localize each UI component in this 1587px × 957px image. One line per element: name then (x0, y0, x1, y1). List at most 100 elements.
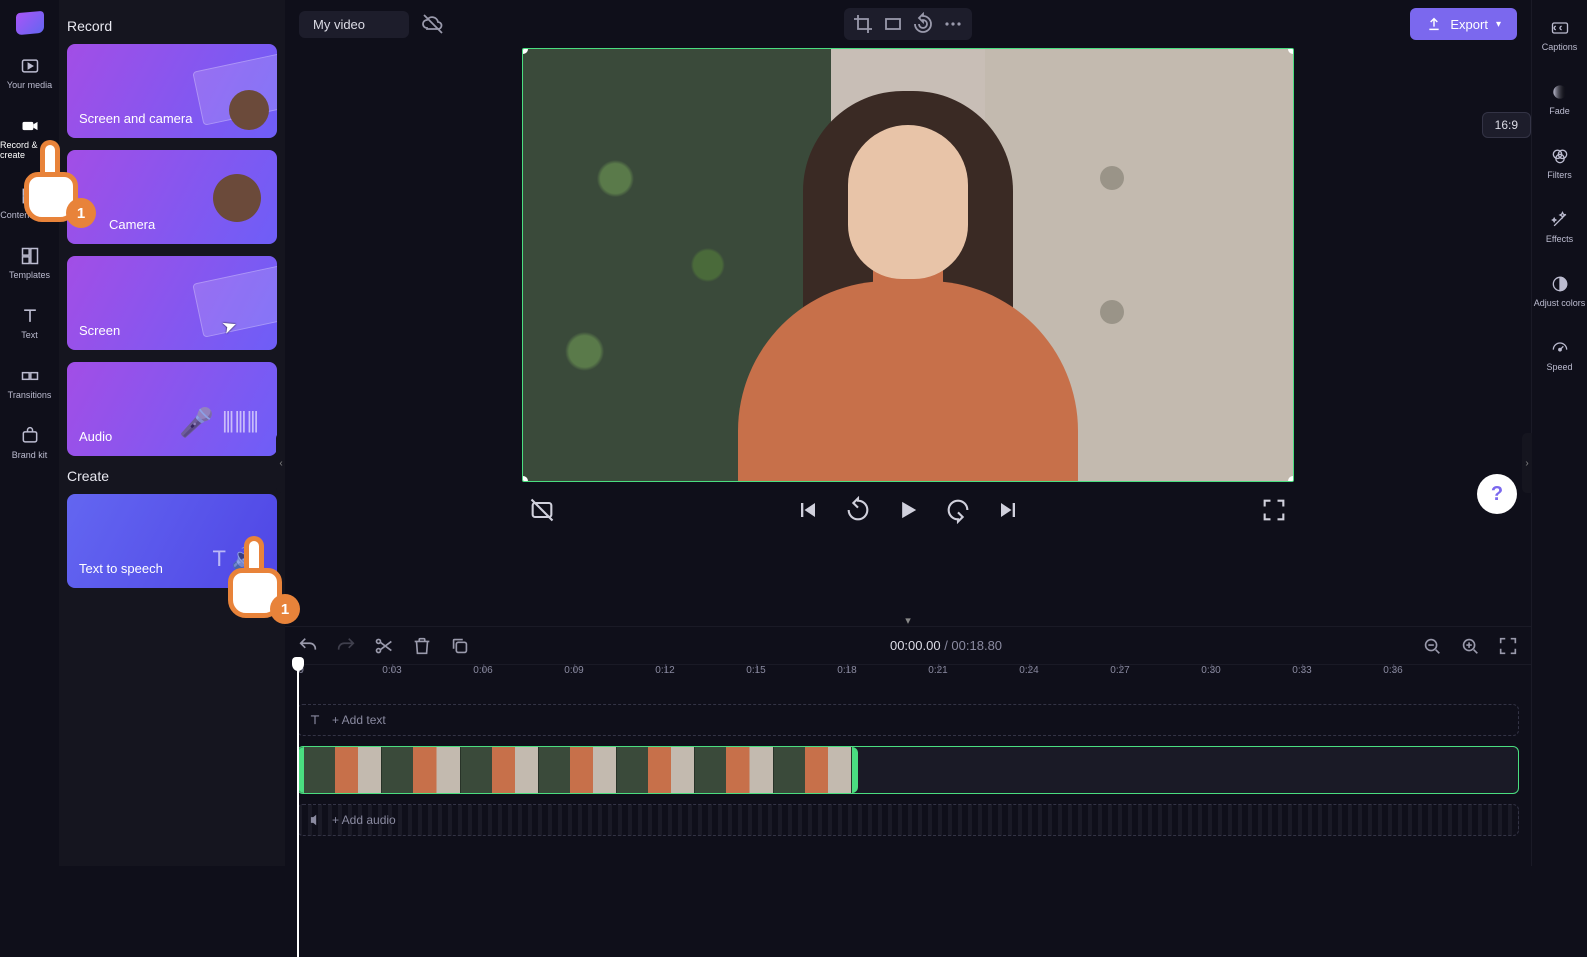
audio-icon (308, 813, 322, 827)
preview-tools (844, 8, 972, 40)
face-icon (229, 90, 269, 130)
card-text-to-speech[interactable]: T 🔊 Text to speech (67, 494, 277, 588)
card-label: Text to speech (79, 561, 163, 576)
audio-track[interactable]: + Add audio (297, 804, 1519, 836)
clip-thumbnail (695, 747, 773, 793)
ruler-tick: 0:30 (1201, 665, 1220, 676)
upload-icon (1426, 16, 1442, 32)
header: Export ▾ (285, 0, 1531, 48)
camera-icon (20, 116, 40, 136)
export-button[interactable]: Export ▾ (1410, 8, 1517, 40)
ruler-tick: 0:33 (1292, 665, 1311, 676)
timeline-ruler[interactable]: 00:030:060:090:120:150:180:210:240:270:3… (297, 664, 1531, 686)
nav-content-library[interactable]: Content library (0, 182, 59, 224)
card-audio[interactable]: 🎤 ⦀⦀⦀ Audio (67, 362, 277, 456)
nav-label: Filters (1547, 170, 1572, 180)
nav-captions[interactable]: Captions (1532, 14, 1587, 56)
help-button[interactable]: ? (1477, 474, 1517, 514)
nav-label: Fade (1549, 106, 1570, 116)
nav-brand-kit[interactable]: Brand kit (0, 422, 59, 464)
forward-icon[interactable] (944, 496, 972, 524)
collapse-panel-button[interactable]: ‹ (276, 433, 285, 493)
card-camera[interactable]: Camera (67, 150, 277, 244)
ruler-tick: 0:24 (1019, 665, 1038, 676)
ruler-tick: 0:06 (473, 665, 492, 676)
text-icon (20, 306, 40, 326)
tracks-area: + Add text + Add audio (285, 686, 1531, 866)
nav-fade[interactable]: Fade (1532, 78, 1587, 120)
redo-icon[interactable] (335, 635, 357, 657)
ruler-tick: 0:12 (655, 665, 674, 676)
hide-guides-icon[interactable] (528, 496, 556, 524)
ruler-tick: 0:21 (928, 665, 947, 676)
skip-end-icon[interactable] (994, 496, 1022, 524)
more-icon[interactable] (940, 12, 966, 36)
nav-label: Your media (7, 80, 52, 90)
preview-area: 16:9 ▾ (285, 48, 1531, 626)
card-screen-camera[interactable]: Screen and camera (67, 44, 277, 138)
nav-filters[interactable]: Filters (1532, 142, 1587, 184)
main-area: Export ▾ 16:9 (285, 0, 1531, 866)
text-track[interactable]: + Add text (297, 704, 1519, 736)
nav-label: Adjust colors (1534, 298, 1586, 308)
zoom-fit-icon[interactable] (1497, 635, 1519, 657)
play-icon[interactable] (894, 496, 922, 524)
clip-thumbnail (461, 747, 539, 793)
text-icon (308, 713, 322, 727)
microphone-icon: 🎤 ⦀⦀⦀ (179, 406, 259, 440)
nav-transitions[interactable]: Transitions (0, 362, 59, 404)
section-record-title: Record (67, 18, 277, 34)
preview-bg-detail (1100, 166, 1124, 190)
skip-start-icon[interactable] (794, 496, 822, 524)
ruler-tick: 0:09 (564, 665, 583, 676)
video-clip[interactable] (298, 747, 858, 793)
ruler-tick: 0:03 (382, 665, 401, 676)
section-create-title: Create (67, 468, 277, 484)
card-label: Audio (79, 429, 112, 444)
aspect-ratio-button[interactable]: 16:9 (1482, 112, 1531, 138)
ruler-tick: 0:18 (837, 665, 856, 676)
playhead[interactable] (297, 657, 299, 957)
card-label: Screen and camera (79, 111, 192, 126)
speed-icon (1550, 338, 1570, 358)
video-track[interactable] (297, 746, 1519, 794)
cloud-sync-icon[interactable] (421, 12, 445, 36)
nav-text[interactable]: Text (0, 302, 59, 344)
rotate-icon[interactable] (910, 12, 936, 36)
tts-icon: T 🔊 (212, 546, 259, 572)
collapse-right-button[interactable]: › (1522, 433, 1532, 493)
nav-label: Brand kit (12, 450, 48, 460)
record-create-panel: Record Screen and camera Camera Screen 🎤… (59, 0, 285, 866)
zoom-in-icon[interactable] (1459, 635, 1481, 657)
duplicate-icon[interactable] (449, 635, 471, 657)
nav-effects[interactable]: Effects (1532, 206, 1587, 248)
ruler-tick: 0:15 (746, 665, 765, 676)
nav-adjust-colors[interactable]: Adjust colors (1532, 270, 1587, 312)
zoom-out-icon[interactable] (1421, 635, 1443, 657)
project-title-input[interactable] (299, 11, 409, 38)
fade-icon (1550, 82, 1570, 102)
app-logo[interactable] (16, 11, 44, 35)
effects-icon (1550, 210, 1570, 230)
nav-label: Captions (1542, 42, 1578, 52)
fullscreen-icon[interactable] (1260, 496, 1288, 524)
video-preview[interactable] (522, 48, 1294, 482)
undo-icon[interactable] (297, 635, 319, 657)
nav-templates[interactable]: Templates (0, 242, 59, 284)
templates-icon (20, 246, 40, 266)
rewind-icon[interactable] (844, 496, 872, 524)
nav-record-create[interactable]: Record & create (0, 112, 59, 164)
delete-icon[interactable] (411, 635, 433, 657)
card-screen[interactable]: Screen (67, 256, 277, 350)
crop-icon[interactable] (850, 12, 876, 36)
ruler-tick: 0:36 (1383, 665, 1402, 676)
nav-label: Text (21, 330, 38, 340)
expand-timeline-button[interactable]: ▾ (905, 614, 911, 627)
nav-speed[interactable]: Speed (1532, 334, 1587, 376)
nav-label: Transitions (8, 390, 52, 400)
nav-your-media[interactable]: Your media (0, 52, 59, 94)
split-icon[interactable] (373, 635, 395, 657)
library-icon (20, 186, 40, 206)
fit-icon[interactable] (880, 12, 906, 36)
timeline-toolbar: 00:00.00 / 00:18.80 (285, 626, 1531, 664)
